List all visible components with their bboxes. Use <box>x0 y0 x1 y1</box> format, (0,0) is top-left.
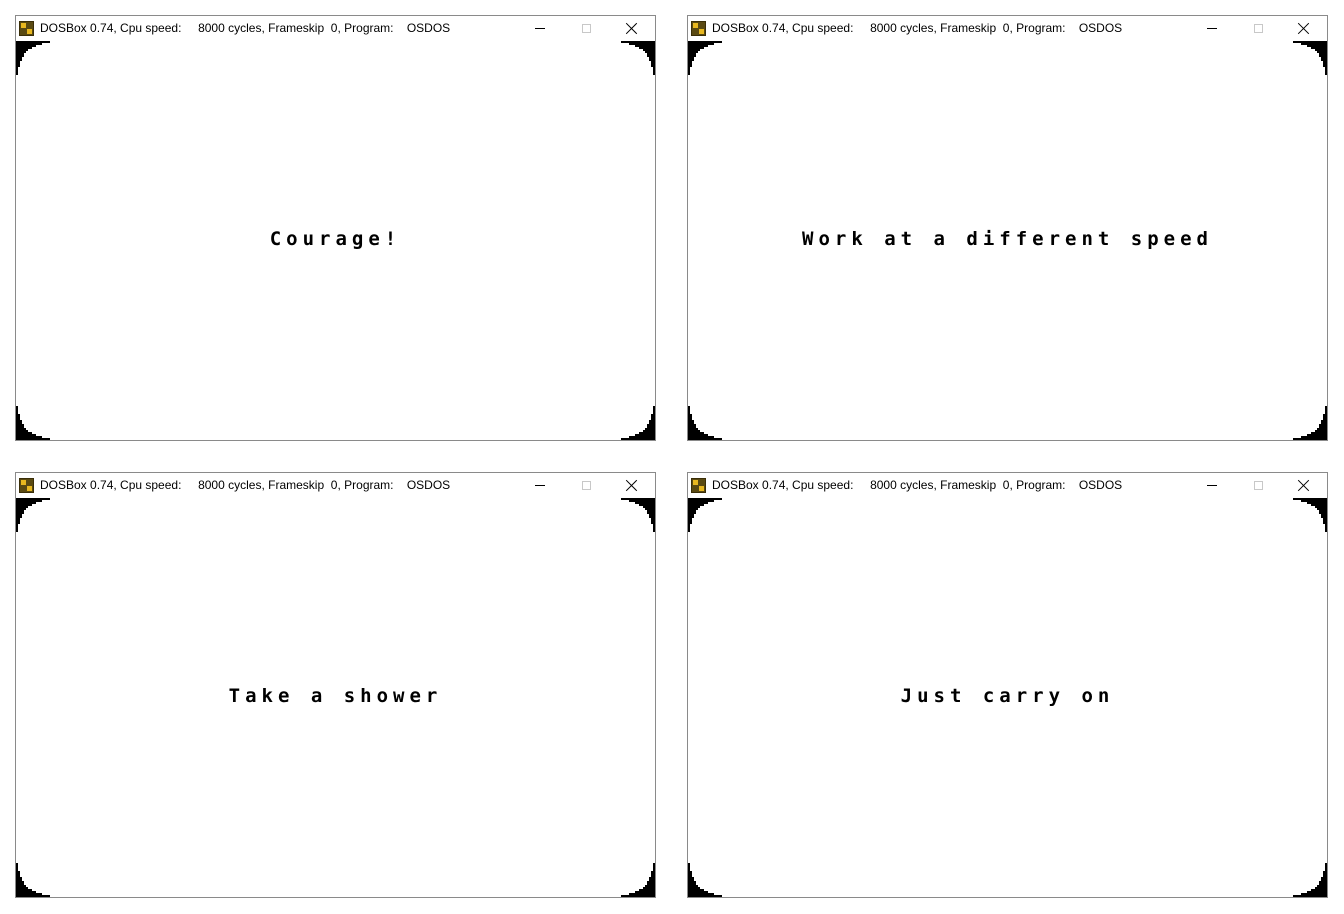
close-button[interactable] <box>609 473 655 497</box>
close-button[interactable] <box>1281 473 1327 497</box>
screen-corner-mask <box>16 863 50 897</box>
close-icon <box>1298 22 1310 34</box>
maximize-icon <box>1253 480 1263 490</box>
minimize-icon <box>535 484 545 486</box>
maximize-button[interactable] <box>563 16 609 40</box>
minimize-icon <box>1207 484 1217 486</box>
title-bar[interactable]: DOSBox 0.74, Cpu speed: 8000 cycles, Fra… <box>16 473 655 497</box>
dosbox-window-2[interactable]: DOSBox 0.74, Cpu speed: 8000 cycles, Fra… <box>687 15 1328 441</box>
screen-corner-mask <box>688 498 722 532</box>
minimize-button[interactable] <box>1189 16 1235 40</box>
screen-corner-mask <box>688 863 722 897</box>
window-title: DOSBox 0.74, Cpu speed: 8000 cycles, Fra… <box>712 478 1123 492</box>
maximize-icon <box>1253 23 1263 33</box>
maximize-icon <box>581 480 591 490</box>
dosbox-icon[interactable] <box>691 21 706 36</box>
screen-corner-mask <box>16 498 50 532</box>
maximize-icon <box>581 23 591 33</box>
screen-corner-mask <box>688 406 722 440</box>
close-icon <box>626 22 638 34</box>
window-title: DOSBox 0.74, Cpu speed: 8000 cycles, Fra… <box>40 21 451 35</box>
maximize-button[interactable] <box>1235 16 1281 40</box>
dosbox-window-1[interactable]: DOSBox 0.74, Cpu speed: 8000 cycles, Fra… <box>15 15 656 441</box>
maximize-button[interactable] <box>1235 473 1281 497</box>
dosbox-icon[interactable] <box>19 478 34 493</box>
screen-corner-mask <box>1293 406 1327 440</box>
screen-corner-mask <box>621 406 655 440</box>
dosbox-window-4[interactable]: DOSBox 0.74, Cpu speed: 8000 cycles, Fra… <box>687 472 1328 898</box>
dosbox-window-3[interactable]: DOSBox 0.74, Cpu speed: 8000 cycles, Fra… <box>15 472 656 898</box>
minimize-button[interactable] <box>1189 473 1235 497</box>
minimize-icon <box>1207 27 1217 29</box>
title-bar[interactable]: DOSBox 0.74, Cpu speed: 8000 cycles, Fra… <box>16 16 655 40</box>
minimize-icon <box>535 27 545 29</box>
screen-corner-mask <box>1293 41 1327 75</box>
screen-corner-mask <box>621 498 655 532</box>
dos-screen[interactable]: Work at a different speed <box>688 41 1327 440</box>
window-title: DOSBox 0.74, Cpu speed: 8000 cycles, Fra… <box>40 478 451 492</box>
dos-screen[interactable]: Just carry on <box>688 498 1327 897</box>
close-button[interactable] <box>609 16 655 40</box>
screen-message: Take a shower <box>228 685 443 707</box>
maximize-button[interactable] <box>563 473 609 497</box>
screen-corner-mask <box>16 41 50 75</box>
screen-message: Courage! <box>269 228 402 250</box>
minimize-button[interactable] <box>517 473 563 497</box>
window-title: DOSBox 0.74, Cpu speed: 8000 cycles, Fra… <box>712 21 1123 35</box>
close-button[interactable] <box>1281 16 1327 40</box>
screen-corner-mask <box>16 406 50 440</box>
screen-corner-mask <box>621 863 655 897</box>
dosbox-icon[interactable] <box>19 21 34 36</box>
screen-corner-mask <box>621 41 655 75</box>
close-icon <box>626 479 638 491</box>
close-icon <box>1298 479 1310 491</box>
title-bar[interactable]: DOSBox 0.74, Cpu speed: 8000 cycles, Fra… <box>688 16 1327 40</box>
dos-screen[interactable]: Take a shower <box>16 498 655 897</box>
screen-corner-mask <box>1293 863 1327 897</box>
dosbox-icon[interactable] <box>691 478 706 493</box>
screen-message: Work at a different speed <box>802 228 1213 250</box>
dos-screen[interactable]: Courage! <box>16 41 655 440</box>
minimize-button[interactable] <box>517 16 563 40</box>
title-bar[interactable]: DOSBox 0.74, Cpu speed: 8000 cycles, Fra… <box>688 473 1327 497</box>
screen-corner-mask <box>1293 498 1327 532</box>
screen-message: Just carry on <box>900 685 1115 707</box>
screen-corner-mask <box>688 41 722 75</box>
